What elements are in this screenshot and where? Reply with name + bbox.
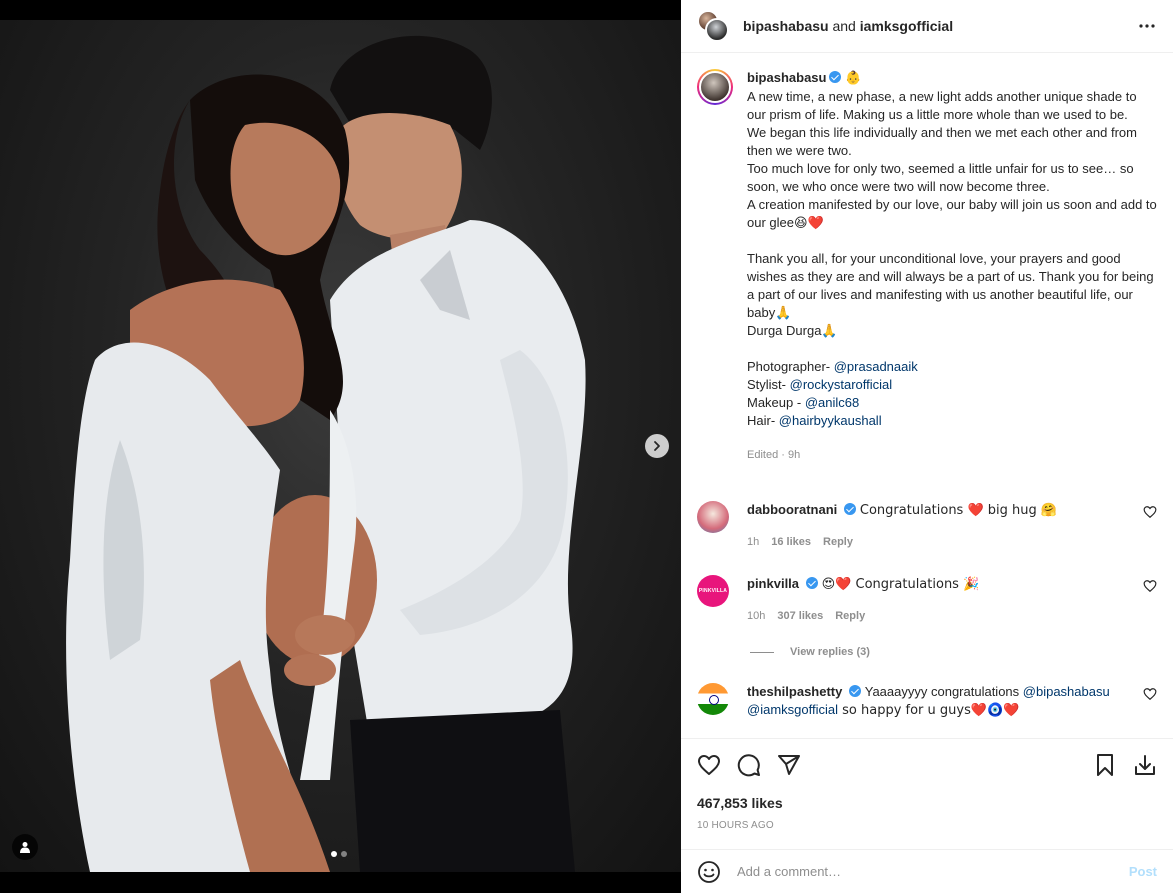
caption-line: A new time, a new phase, a new light add… <box>747 89 1141 122</box>
bookmark-save-icon[interactable] <box>1093 753 1117 777</box>
comment-likes[interactable]: 307 likes <box>777 607 823 625</box>
comment-text: Congratulations ❤️ big hug 🤗 <box>859 503 1058 518</box>
header-user-link[interactable]: bipashabasu <box>743 18 829 34</box>
download-icon[interactable] <box>1133 753 1157 777</box>
caption-badge-emoji: 👶 <box>845 71 862 86</box>
carousel-indicator <box>331 851 347 857</box>
comment-likes[interactable]: 16 likes <box>771 533 811 551</box>
comment-time: 1h <box>747 536 760 548</box>
post-details-panel: bipashabasu and iamksgofficial bipashaba… <box>681 0 1173 893</box>
carousel-dot <box>341 851 347 857</box>
comment-username[interactable]: theshilpashetty <box>747 684 842 699</box>
header-user-link[interactable]: iamksgofficial <box>860 18 953 34</box>
post-comment-button[interactable]: Post <box>1129 864 1157 879</box>
user-icon <box>20 842 30 853</box>
credit-line: Stylist- @rockystarofficial <box>747 377 893 392</box>
comment-username[interactable]: dabbooratnani <box>747 502 837 517</box>
avatar <box>705 18 729 42</box>
comment-reply-button[interactable]: Reply <box>823 533 853 551</box>
comment-bubble-icon[interactable] <box>737 753 761 777</box>
post-caption: bipashabasu 👶 A new time, a new phase, a… <box>697 69 1157 464</box>
verified-badge-icon <box>844 503 857 515</box>
view-replies-button[interactable]: View replies (3) <box>750 646 870 658</box>
comments-scroll-area[interactable]: bipashabasu 👶 A new time, a new phase, a… <box>681 54 1173 738</box>
caption-line: A creation manifested by our love, our b… <box>747 197 1161 230</box>
caption-line: Durga Durga🙏 <box>747 323 838 338</box>
couple-photo-illustration <box>66 35 586 872</box>
header-and-text: and <box>832 18 856 34</box>
action-icons-row <box>697 739 1157 791</box>
mention-link[interactable]: @iamksgofficial <box>747 702 838 717</box>
comment-meta: 10h 307 likes Reply <box>747 607 1137 625</box>
verified-badge-icon <box>849 685 862 697</box>
comment-item: theshilpashetty Yaaaayyyy congratulation… <box>697 683 1157 720</box>
post-timestamp: 10 HOURS AGO <box>697 820 774 831</box>
post-actions: 467,853 likes 10 HOURS AGO <box>681 738 1173 831</box>
caption-line <box>747 232 1157 250</box>
caption-edited-time: Edited · 9h <box>747 449 801 461</box>
likes-count[interactable]: 467,853 likes <box>697 795 1157 811</box>
mention-link[interactable]: @hairbyykaushall <box>779 413 882 428</box>
like-comment-heart-icon[interactable] <box>1143 579 1157 593</box>
post-photo[interactable] <box>0 20 681 872</box>
mention-link[interactable]: @bipashabasu <box>1023 684 1110 699</box>
mention-link[interactable]: @prasadnaaik <box>834 359 918 374</box>
post-header: bipashabasu and iamksgofficial <box>681 0 1173 53</box>
comment-item: PINKVILLA pinkvilla 😍❤️ Congratulations … <box>697 575 1157 625</box>
mention-link[interactable]: @rockystarofficial <box>790 377 893 392</box>
caption-line <box>747 340 1157 358</box>
mention-link[interactable]: @anilc68 <box>805 395 859 410</box>
like-comment-heart-icon[interactable] <box>1143 505 1157 519</box>
comment-item: dabbooratnani Congratulations ❤️ big hug… <box>697 501 1157 551</box>
comment-body: theshilpashetty Yaaaayyyy congratulation… <box>747 683 1137 720</box>
comment-avatar[interactable] <box>697 683 729 715</box>
comment-avatar[interactable]: PINKVILLA <box>697 575 729 607</box>
view-replies-divider <box>750 651 774 653</box>
emoji-smiley-icon[interactable] <box>697 860 721 884</box>
more-horizontal-icon <box>1139 24 1155 28</box>
caption-username[interactable]: bipashabasu <box>747 70 826 85</box>
tagged-users-button[interactable] <box>12 834 38 860</box>
carousel-dot-active <box>331 851 337 857</box>
caption-body: bipashabasu 👶 A new time, a new phase, a… <box>747 69 1157 464</box>
more-options-button[interactable] <box>1135 14 1159 38</box>
like-comment-heart-icon[interactable] <box>1143 687 1157 701</box>
comment-body: dabbooratnani Congratulations ❤️ big hug… <box>747 501 1137 551</box>
comment-body: pinkvilla 😍❤️ Congratulations 🎉 10h 307 … <box>747 575 1137 625</box>
caption-line: Too much love for only two, seemed a lit… <box>747 161 1138 194</box>
comment-text: 😍❤️ Congratulations 🎉 <box>821 577 980 592</box>
credit-line: Makeup - @anilc68 <box>747 395 860 410</box>
caption-line: We began this life individually and then… <box>747 125 1141 158</box>
comment-avatar[interactable] <box>697 501 729 533</box>
comment-meta: 1h 16 likes Reply <box>747 533 1137 551</box>
verified-badge-icon <box>829 71 842 83</box>
comment-input[interactable] <box>737 864 1129 879</box>
header-usernames: bipashabasu and iamksgofficial <box>743 18 953 34</box>
comment-reply-button[interactable]: Reply <box>835 607 865 625</box>
comment-text: so happy for u guys❤️🧿❤️ <box>838 703 1020 718</box>
credit-line: Hair- @hairbyykaushall <box>747 413 882 428</box>
view-replies-label: View replies (3) <box>790 646 870 658</box>
verified-badge-icon <box>806 577 819 589</box>
collab-avatars[interactable] <box>697 10 729 42</box>
comment-username[interactable]: pinkvilla <box>747 576 799 591</box>
like-heart-icon[interactable] <box>697 753 721 777</box>
comment-text: Yaaaayyyy congratulations <box>864 684 1023 699</box>
caption-avatar[interactable] <box>697 69 733 105</box>
comment-time: 10h <box>747 610 766 622</box>
add-comment-bar: Post <box>681 849 1173 893</box>
credit-line: Photographer- @prasadnaaik <box>747 359 918 374</box>
chevron-right-icon <box>654 441 660 451</box>
share-send-icon[interactable] <box>777 753 801 777</box>
next-slide-button[interactable] <box>645 434 669 458</box>
caption-line: Thank you all, for your unconditional lo… <box>747 251 1158 320</box>
post-media <box>0 0 681 893</box>
